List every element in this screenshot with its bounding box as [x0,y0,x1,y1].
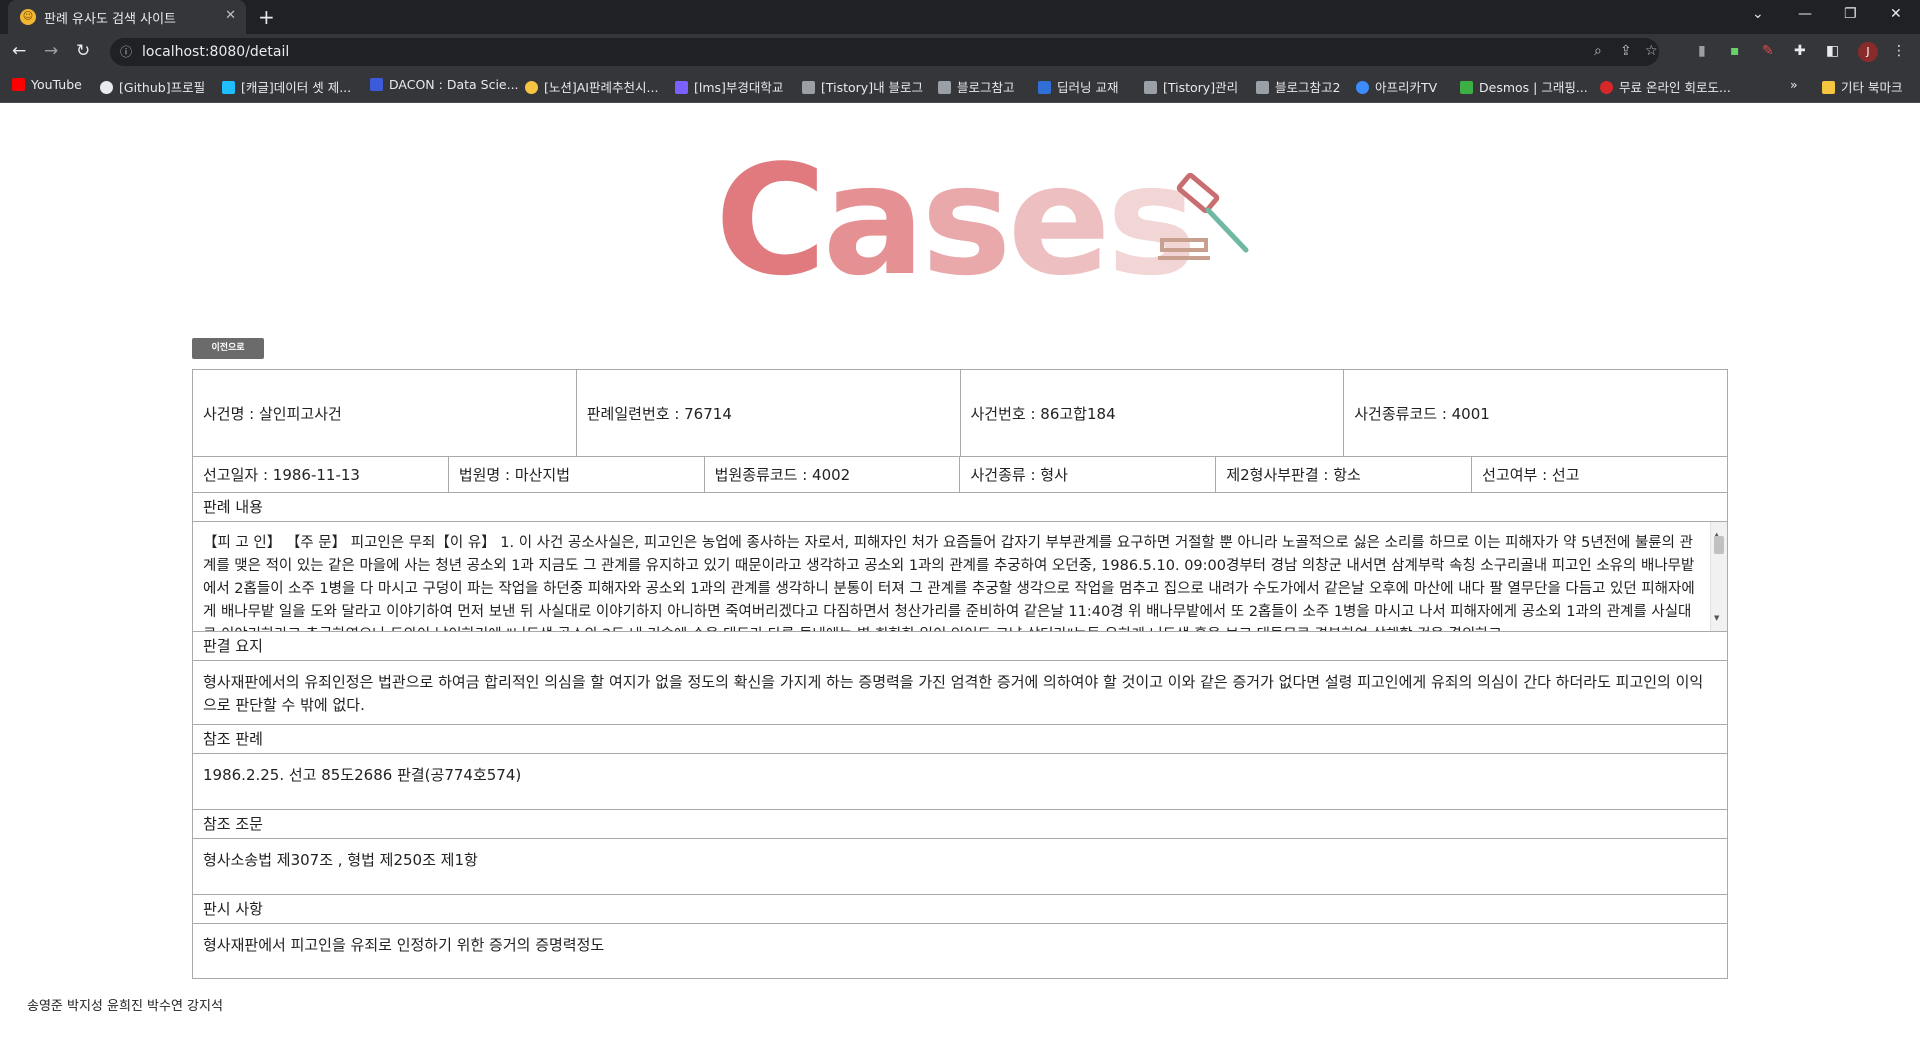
tab-close-icon[interactable]: ✕ [225,8,236,23]
case-number: 사건번호 : 86고합184 [961,370,1345,456]
bookmarks-overflow-icon[interactable]: » [1790,77,1798,92]
content-heading: 판례 내용 [193,493,1727,522]
menu-kebab-icon[interactable]: ⋮ [1892,43,1906,59]
back-button[interactable]: 이전으로 [192,338,264,359]
address-bar[interactable]: ⓘ localhost:8080/detail ⌕ ⇪ ☆ [110,38,1659,66]
ref-law-heading: 참조 조문 [193,810,1727,839]
share-icon[interactable]: ⇪ [1620,43,1632,59]
ref-law-text: 형사소송법 제307조 , 형법 제250조 제1항 [193,839,1727,895]
tab-search-icon[interactable]: ⌄ [1752,6,1764,22]
close-window-button[interactable]: ✕ [1890,6,1902,22]
url-text: localhost:8080/detail [142,44,290,60]
verdict-status: 선고여부 : 선고 [1482,466,1580,484]
bookmark-item[interactable]: YouTube [12,77,82,92]
extension-icon[interactable]: ▮ [1698,43,1706,59]
bookmark-item[interactable]: 블로그참고2 [1256,77,1340,96]
site-logo: Cases [715,132,1197,309]
logo-letter: C [715,132,827,309]
bookmark-item[interactable]: 무료 온라인 회로도... [1600,77,1731,96]
footer-authors: 송영준 박지성 윤희진 박수연 강지석 [27,999,223,1014]
logo-letter: a [822,132,926,309]
case-name: 사건명 : 살인피고사건 [193,370,577,456]
minimize-button[interactable]: — [1798,6,1812,22]
verdict-date: 선고일자 : 1986-11-13 [193,457,449,492]
scroll-down-icon[interactable]: ▼ [1714,607,1719,630]
back-arrow-icon[interactable]: ← [12,41,26,61]
browser-tab[interactable]: ☺ 판례 유사도 검색 사이트 ✕ [8,0,246,34]
case-type: 사건종류 : 형사 [960,457,1217,492]
ref-case-heading: 참조 판례 [193,725,1727,754]
forward-arrow-icon[interactable]: → [44,41,58,61]
logo-letter: e [1007,132,1111,309]
new-tab-button[interactable]: + [258,5,275,29]
extension-icon[interactable]: ▪ [1730,43,1740,59]
extension-icon[interactable]: ✎ [1762,43,1774,59]
bookmark-item[interactable]: Desmos | 그래핑... [1460,77,1588,96]
ref-case-text: 1986.2.25. 선고 85도2686 판결(공774호574) [193,754,1727,810]
bookmark-item[interactable]: 딥러닝 교재 [1038,77,1118,96]
browser-title-bar: ☺ 판례 유사도 검색 사이트 ✕ + ⌄ — ❐ ✕ [0,0,1920,34]
extensions-puzzle-icon[interactable]: ✚ [1794,43,1806,59]
browser-toolbar: ← → ↻ ⓘ localhost:8080/detail ⌕ ⇪ ☆ ▮ ▪ … [0,34,1920,70]
bookmark-item[interactable]: [Tistory]내 블로그 [802,77,923,96]
division-judgment: 제2형사부판결 : 항소 [1216,457,1473,492]
issue-heading: 판시 사항 [193,895,1727,924]
issue-text: 형사재판에서 피고인을 유죄로 인정하기 위한 증거의 증명력정도 [203,936,605,954]
bookmark-item[interactable]: [Github]프로필 [100,77,205,96]
bookmark-folder-other[interactable]: 기타 북마크 [1822,77,1902,96]
bookmark-item[interactable]: [Tistory]관리 [1144,77,1238,96]
court-type-code: 법원종류코드 : 4002 [705,457,961,492]
case-detail-table: 사건명 : 살인피고사건 판례일련번호 : 76714 사건번호 : 86고합1… [192,369,1728,979]
bookmark-item[interactable]: 아프리카TV [1356,77,1437,96]
gavel-icon [1158,172,1249,260]
court-name: 법원명 : 마산지법 [449,457,705,492]
content-scrollbar[interactable]: ▲ ▼ [1710,522,1727,631]
bookmark-item[interactable]: [노션]AI판례추천시... [525,77,658,96]
profile-avatar[interactable]: J [1858,42,1878,62]
zoom-icon[interactable]: ⌕ [1594,43,1602,59]
case-content-scrollbox[interactable]: 【피 고 인】 【주 문】 피고인은 무죄【이 유】 1. 이 사건 공소사실은… [193,522,1727,632]
site-info-icon[interactable]: ⓘ [120,43,132,60]
side-panel-icon[interactable]: ◧ [1826,43,1839,59]
scroll-thumb[interactable] [1714,536,1724,554]
bookmark-item[interactable]: 블로그참고 [938,77,1015,96]
bookmarks-bar: YouTube [Github]프로필 [캐글]데이터 셋 제... DACON… [0,70,1920,103]
case-meta-row-2: 선고일자 : 1986-11-13 법원명 : 마산지법 법원종류코드 : 40… [193,457,1727,493]
restore-button[interactable]: ❐ [1844,6,1857,22]
summary-text: 형사재판에서의 유죄인정은 법관으로 하여금 합리적인 의심을 할 여지가 없을… [193,661,1727,725]
case-type-code: 사건종류코드 : 4001 [1354,404,1490,423]
tab-favicon-icon: ☺ [20,9,36,25]
bookmark-item[interactable]: [lms]부경대학교 [675,77,783,96]
case-meta-row-1: 사건명 : 살인피고사건 판례일련번호 : 76714 사건번호 : 86고합1… [193,370,1727,457]
case-content-text: 【피 고 인】 【주 문】 피고인은 무죄【이 유】 1. 이 사건 공소사실은… [203,535,1695,631]
reload-icon[interactable]: ↻ [76,41,90,61]
summary-heading: 판결 요지 [193,632,1727,661]
logo-letter: s [921,132,1012,309]
bookmark-item[interactable]: DACON : Data Scie... [370,77,519,92]
tab-title: 판례 유사도 검색 사이트 [44,12,176,27]
logo-text: Cases [715,132,1197,309]
bookmark-star-icon[interactable]: ☆ [1645,43,1658,59]
bookmark-item[interactable]: [캐글]데이터 셋 제... [222,77,351,96]
case-serial: 판례일련번호 : 76714 [577,370,961,456]
